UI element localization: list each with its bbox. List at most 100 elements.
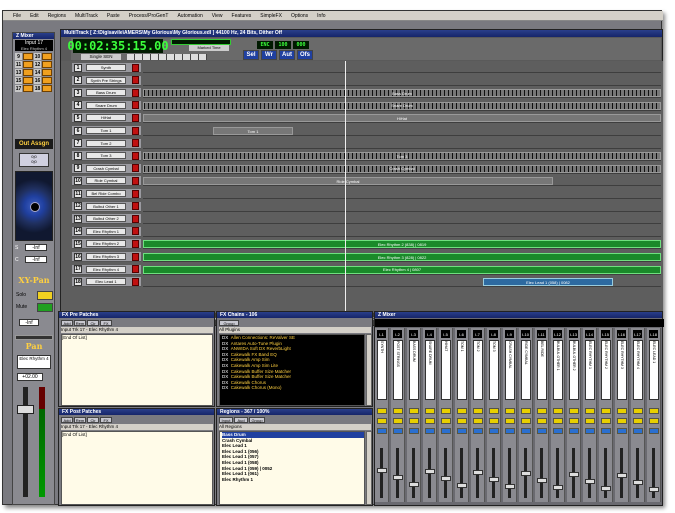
record-arm-button[interactable] [132, 88, 139, 97]
fx-chains-group-tab[interactable]: Group [219, 320, 239, 326]
audio-region[interactable]: Tom 1 [213, 127, 293, 135]
out-assign-button[interactable]: Out Assgn [15, 139, 53, 149]
menu-paste[interactable]: Paste [107, 13, 120, 19]
track-header[interactable]: 17 Elec Rhythm 4 [72, 264, 141, 275]
track-name[interactable]: Bulbul Other 1 [86, 202, 126, 210]
fx-post-rem-button[interactable]: Rem [74, 417, 86, 423]
channel-button[interactable] [585, 418, 595, 424]
channel-button[interactable] [393, 428, 403, 434]
record-arm-button[interactable] [132, 202, 139, 211]
track-name[interactable]: Elec Lead 1 [86, 278, 126, 286]
mute-button[interactable] [37, 303, 53, 312]
xy-pan-pad[interactable] [15, 171, 53, 241]
track-lane[interactable]: Snare Drum [143, 101, 661, 111]
channel-button[interactable] [457, 418, 467, 424]
fx-pre-rem-button[interactable]: Rem [74, 320, 86, 326]
gain-value[interactable]: -Inf [19, 319, 39, 326]
menu-process[interactable]: Process/ProGenT [129, 13, 169, 19]
channel-button[interactable] [649, 428, 659, 434]
channel-fader-cap[interactable] [409, 482, 419, 487]
list-item[interactable]: [End Of List] [62, 432, 212, 438]
channel-button[interactable] [633, 418, 643, 424]
list-item[interactable]: [End Of List] [62, 335, 212, 341]
record-arm-button[interactable] [132, 227, 139, 236]
regions-input-tab[interactable]: Input [219, 417, 233, 423]
fx-post-add-button[interactable]: Add [61, 417, 73, 423]
track-lane[interactable]: Elec Rhythm 3 (828) | 0822 [143, 252, 661, 262]
track-header[interactable]: 13 Bulbul Other 2 [72, 214, 141, 225]
channel-button[interactable] [425, 428, 435, 434]
track-lane[interactable] [143, 76, 661, 86]
track-name[interactable]: Elec Rhythm 3 [86, 253, 126, 260]
record-arm-button[interactable] [132, 113, 139, 122]
track-lane[interactable]: HiHat [143, 113, 661, 124]
track-lane[interactable]: Tom 1 [143, 126, 661, 136]
grid-btn[interactable] [42, 53, 52, 60]
audio-region[interactable]: Elec Rhythm 4 | 0807 [143, 265, 661, 274]
track-lane[interactable]: Elec Rhythm 4 | 0807 [143, 265, 661, 275]
channel-button[interactable] [409, 408, 419, 414]
fx-pre-cir-button[interactable]: Cir [87, 320, 99, 326]
channel-button[interactable] [489, 408, 499, 414]
menu-view[interactable]: View [212, 13, 223, 19]
channel-button[interactable] [425, 408, 435, 414]
region-item[interactable]: Elec Rhythm 1 [222, 477, 364, 483]
track-lane[interactable]: Crash Cymbal [143, 164, 661, 174]
track-lane[interactable] [143, 189, 661, 199]
channel-button[interactable] [473, 418, 483, 424]
channel-button[interactable] [505, 428, 515, 434]
record-arm-button[interactable] [132, 265, 139, 274]
channel-fader-cap[interactable] [441, 476, 451, 481]
channel-button[interactable] [505, 418, 515, 424]
audio-region[interactable]: Tom 3 [143, 152, 661, 161]
channel-button[interactable] [377, 428, 387, 434]
channel-button[interactable] [569, 418, 579, 424]
track-header[interactable]: 14 Elec Rhythm 1 [72, 226, 141, 237]
audio-region[interactable]: Elec Rhythm 2 (838) | 0819 [143, 240, 661, 249]
send-s-value[interactable]: -Inf [25, 244, 47, 251]
track-lane[interactable]: Elec Rhythm 2 (838) | 0819 [143, 239, 661, 250]
channel-button[interactable] [553, 418, 563, 424]
grid-btn[interactable] [23, 69, 33, 76]
channel-button[interactable] [633, 428, 643, 434]
channel-button[interactable] [633, 408, 643, 414]
channel-button[interactable] [553, 428, 563, 434]
channel-button[interactable] [617, 428, 627, 434]
record-arm-button[interactable] [132, 63, 139, 72]
channel-button[interactable] [457, 408, 467, 414]
track-name[interactable]: Bulbul Other 2 [86, 215, 126, 223]
track-lane[interactable]: Ride Cymbal [143, 176, 661, 187]
channel-fader-cap[interactable] [377, 468, 387, 473]
channel-button[interactable] [537, 408, 547, 414]
channel-button[interactable] [441, 428, 451, 434]
track-header[interactable]: 16 Elec Rhythm 3 [72, 252, 141, 262]
record-arm-button[interactable] [132, 176, 139, 185]
channel-button[interactable] [601, 428, 611, 434]
track-name[interactable]: Bass Drum [86, 89, 126, 97]
track-header[interactable]: 6 Tom 1 [72, 126, 141, 136]
channel-button[interactable] [649, 408, 659, 414]
channel-fader-cap[interactable] [633, 480, 643, 485]
channel-button[interactable] [617, 408, 627, 414]
pan-slider[interactable] [15, 335, 53, 340]
channel-button[interactable] [521, 428, 531, 434]
track-name[interactable]: Snare Drum [86, 101, 126, 109]
track-name[interactable]: Tom 3 [86, 152, 126, 160]
channel-button[interactable] [617, 418, 627, 424]
fx-pre-list[interactable]: [End Of List] [61, 334, 213, 406]
channel-button[interactable] [521, 418, 531, 424]
track-header[interactable]: 10 Ride Cymbal [72, 176, 141, 187]
channel-button[interactable] [473, 428, 483, 434]
audio-region[interactable]: Elec Lead 1 (058) | 0082 [483, 278, 613, 287]
channel-button[interactable] [521, 408, 531, 414]
track-header[interactable]: 2 Synth Pre Strings [72, 75, 141, 86]
menu-edit[interactable]: Edit [30, 13, 39, 19]
mode-label[interactable]: Single SEN [81, 54, 121, 60]
track-header[interactable]: 5 HiHat [72, 113, 141, 124]
channel-fader-cap[interactable] [425, 469, 435, 474]
track-name[interactable]: Bel Ride Combo [86, 190, 126, 197]
menu-features[interactable]: Features [232, 13, 252, 19]
track-lane[interactable]: Tom 3 [143, 151, 661, 162]
channel-button[interactable] [489, 428, 499, 434]
track-name[interactable]: Synth [86, 64, 126, 71]
